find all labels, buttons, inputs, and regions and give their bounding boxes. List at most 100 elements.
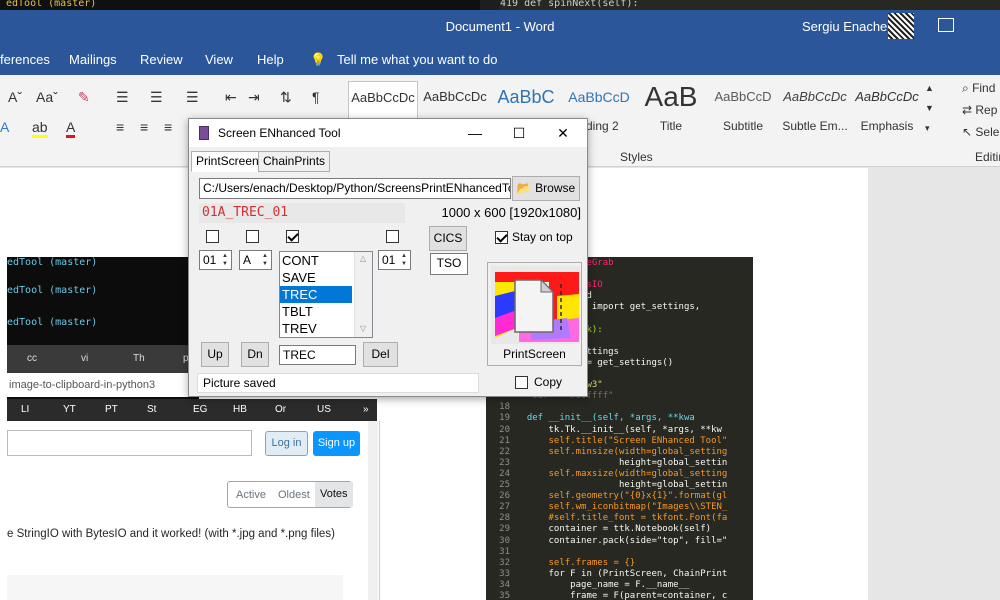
up-button[interactable]: Up xyxy=(201,342,229,367)
cics-button[interactable]: CICS xyxy=(429,226,467,251)
browser-tab[interactable]: vi xyxy=(81,353,88,364)
down-button[interactable]: Dn xyxy=(241,342,269,367)
replace-button[interactable]: ⇄ Rep xyxy=(962,103,997,117)
tab-view[interactable]: View xyxy=(205,52,233,67)
show-formatting-icon[interactable]: ¶ xyxy=(312,89,320,105)
bookmark-item[interactable]: Or xyxy=(275,404,286,415)
code-line: 34 page_name = F.__name__ xyxy=(499,579,690,590)
chevron-up-icon[interactable]: △ xyxy=(360,254,366,263)
chevron-down-icon[interactable]: ▽ xyxy=(360,324,366,333)
word-titlebar: Document1 - Word Sergiu Enache xyxy=(0,10,1000,45)
tab-references[interactable]: ferences xyxy=(0,52,50,67)
align-right-icon[interactable]: ≡ xyxy=(164,119,172,135)
checkbox-spin1[interactable] xyxy=(206,230,219,243)
increase-indent-icon[interactable]: ⇥ xyxy=(248,89,260,106)
bookmark-item[interactable]: PT xyxy=(105,404,118,415)
styles-group-label: Styles xyxy=(620,150,653,164)
tab-printscreen[interactable]: PrintScreen xyxy=(191,151,264,172)
decrease-indent-icon[interactable]: ⇤ xyxy=(225,89,237,106)
numbering-icon[interactable]: ☰ xyxy=(150,89,163,106)
answer-text: e StringIO with BytesIO and it worked! (… xyxy=(7,528,335,540)
bookmark-item[interactable]: YT xyxy=(63,404,76,415)
checkbox-spin3[interactable] xyxy=(386,230,399,243)
style-title[interactable]: AaB Title xyxy=(636,81,706,141)
tab-review[interactable]: Review xyxy=(140,52,183,67)
code-line: 33 for F in (PrintScreen, ChainPrint xyxy=(499,568,728,579)
font-size-icon[interactable]: Aˇ xyxy=(8,89,22,105)
styles-more-icon[interactable]: ▾ xyxy=(925,123,930,134)
login-button[interactable]: Log in xyxy=(265,431,308,456)
editing-group-label: Editing xyxy=(975,150,1000,164)
page-scrollbar[interactable] xyxy=(368,421,378,600)
spin-arrows-icon[interactable]: ▲ ▼ xyxy=(220,252,230,268)
center-icon[interactable]: ≡ xyxy=(140,119,148,135)
list-scrollbar[interactable]: △ ▽ xyxy=(354,252,372,337)
delete-button[interactable]: Del xyxy=(363,342,398,367)
code-line: 18 xyxy=(499,402,510,413)
avatar[interactable] xyxy=(888,13,914,39)
minimize-icon[interactable]: — xyxy=(453,121,497,145)
browser-bookmarks-bar: LI YT PT St EG HB Or US » xyxy=(7,399,377,421)
spin-arrows-icon[interactable]: ▲ ▼ xyxy=(399,252,409,268)
bullets-icon[interactable]: ☰ xyxy=(116,89,129,106)
code-block xyxy=(7,575,343,600)
maximize-icon[interactable]: ☐ xyxy=(497,121,541,145)
multilevel-list-icon[interactable]: ☰ xyxy=(186,89,199,106)
tool-titlebar[interactable]: Screen ENhanced Tool — ☐ ✕ xyxy=(189,119,587,147)
bookmark-item[interactable]: US xyxy=(317,404,331,415)
bookmark-item[interactable]: EG xyxy=(193,404,207,415)
browser-tab[interactable]: cc xyxy=(27,353,37,364)
stay-on-top-checkbox[interactable] xyxy=(495,231,508,244)
spinbox-2[interactable]: A ▲ ▼ xyxy=(239,250,272,270)
browser-tab[interactable]: Th xyxy=(133,353,145,364)
search-input[interactable] xyxy=(7,430,252,456)
styles-scroll-down-icon[interactable]: ▼ xyxy=(925,103,934,113)
sort-oldest[interactable]: Oldest xyxy=(278,489,310,501)
code-line: 22 self.minsize(width=global_setting xyxy=(499,446,728,457)
style-emphasis[interactable]: AaBbCcDc Emphasis xyxy=(854,81,920,141)
tab-help[interactable]: Help xyxy=(257,52,284,67)
styles-scroll-up-icon[interactable]: ▲ xyxy=(925,83,934,93)
code-line: 25 height=global_settin xyxy=(499,480,728,490)
chevron-right-icon[interactable]: » xyxy=(363,404,369,415)
style-subtitle[interactable]: AaBbCcD Subtitle xyxy=(710,81,776,141)
align-left-icon[interactable]: ≡ xyxy=(116,119,124,135)
close-icon[interactable]: ✕ xyxy=(541,121,585,145)
style-subtle-emphasis[interactable]: AaBbCcDc Subtle Em... xyxy=(782,81,848,141)
signup-button[interactable]: Sign up xyxy=(313,431,360,456)
tell-me-search[interactable]: Tell me what you want to do xyxy=(337,52,497,67)
path-field[interactable]: C:/Users/enach/Desktop/Python/ScreensPri… xyxy=(199,178,511,199)
font-color-icon[interactable]: A xyxy=(66,119,76,138)
text-effects-icon[interactable]: A xyxy=(0,119,9,135)
clear-formatting-icon[interactable]: ✎ xyxy=(78,89,90,106)
tab-chainprints[interactable]: ChainPrints xyxy=(258,151,331,172)
sort-active[interactable]: Active xyxy=(236,489,266,501)
select-button[interactable]: ↖ Sele xyxy=(962,125,999,139)
find-button[interactable]: ⌕ Find xyxy=(962,81,995,96)
sort-votes[interactable]: Votes xyxy=(315,482,353,507)
bookmark-item[interactable]: HB xyxy=(233,404,247,415)
code-line: 20 tk.Tk.__init__(self, *args, **kw xyxy=(499,424,722,435)
checkbox-list[interactable] xyxy=(286,230,299,243)
category-listbox[interactable]: CONT SAVE TREC TBLT TREV △ ▽ xyxy=(279,251,373,338)
change-case-icon[interactable]: Aaˇ xyxy=(36,89,58,105)
checkbox-spin2[interactable] xyxy=(246,230,259,243)
browser-url[interactable]: image-to-clipboard-in-python3 xyxy=(7,373,199,397)
bookmark-item[interactable]: St xyxy=(147,404,156,415)
user-name[interactable]: Sergiu Enache xyxy=(802,19,887,34)
tso-field[interactable]: TSO xyxy=(430,253,468,275)
ribbon-display-options-icon[interactable] xyxy=(938,18,954,32)
browse-button[interactable]: 📂 Browse xyxy=(512,176,580,201)
copy-checkbox[interactable] xyxy=(515,376,528,389)
spinbox-1[interactable]: 01 ▲ ▼ xyxy=(199,250,232,270)
bookmark-item[interactable]: LI xyxy=(21,404,29,415)
spinbox-3[interactable]: 01 ▲ ▼ xyxy=(378,250,411,270)
highlight-icon[interactable]: ab xyxy=(32,119,48,138)
printscreen-button[interactable]: PrintScreen xyxy=(487,262,582,366)
spin-arrows-icon[interactable]: ▲ ▼ xyxy=(260,252,270,268)
tab-mailings[interactable]: Mailings xyxy=(69,52,117,67)
code-line: 29 container = ttk.Notebook(self) xyxy=(499,524,712,535)
category-entry[interactable]: TREC xyxy=(279,345,356,365)
sort-icon[interactable]: ⇅ xyxy=(280,89,292,106)
list-item-selected[interactable]: TREC xyxy=(280,286,352,303)
